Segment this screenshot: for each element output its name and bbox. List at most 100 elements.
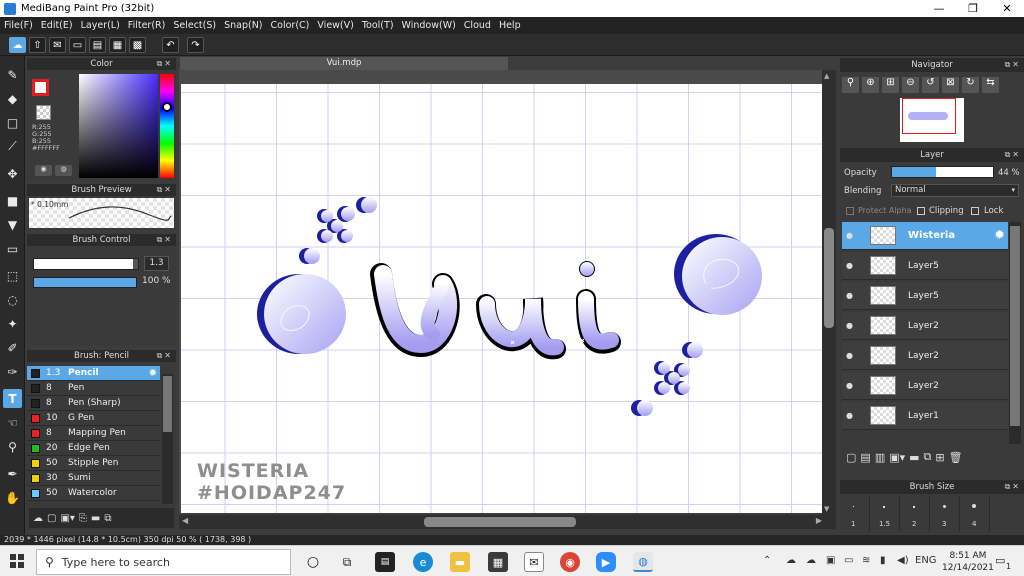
new-layer-icon[interactable]: ▢ — [846, 451, 856, 464]
pen-tool-icon[interactable]: ✒ — [3, 464, 22, 483]
eraser-tool-icon[interactable]: ◆ — [3, 89, 22, 108]
eye-icon[interactable]: ● — [846, 411, 860, 420]
upload-icon[interactable]: ⇧ — [29, 37, 46, 53]
layer-row[interactable]: ● Layer2 — [842, 342, 1008, 370]
new-halftone-layer-icon[interactable]: ▤ — [860, 451, 870, 464]
palette-button[interactable]: ◉ — [35, 165, 52, 176]
eye-icon[interactable]: ● — [846, 231, 860, 240]
gradient-tool-icon[interactable]: ▭ — [3, 239, 22, 258]
brush-item-pen[interactable]: 8 Pen — [27, 381, 160, 396]
reset-view-icon[interactable]: ⊠ — [942, 77, 959, 93]
brush-list-scrollbar[interactable] — [162, 374, 173, 504]
brush-item-mapping-pen[interactable]: 8 Mapping Pen — [27, 426, 160, 441]
brush-item-watercolor[interactable]: 50 Watercolor — [27, 486, 160, 501]
brush-size-slider[interactable] — [33, 258, 139, 270]
select-pen-icon[interactable]: ✐ — [3, 338, 22, 357]
notification-icon[interactable]: ▭ — [995, 554, 1005, 567]
cloud-icon[interactable]: ☁ — [9, 37, 26, 53]
task-view-icon[interactable]: ⧉ — [337, 552, 357, 572]
brush-tool-icon[interactable]: ✎ — [3, 65, 22, 84]
brush-copy-icon[interactable]: ⎘ — [79, 513, 87, 524]
menu-file[interactable]: File(F) — [0, 20, 37, 31]
windows-start-icon[interactable] — [10, 554, 24, 568]
hue-handle[interactable] — [162, 102, 172, 112]
brush-size-preset[interactable]: 4 — [960, 496, 990, 532]
brush-opacity-slider[interactable] — [33, 277, 137, 288]
eyedropper-icon[interactable]: ⚲ — [3, 437, 22, 456]
menu-edit[interactable]: Edit(E) — [37, 20, 77, 31]
people-icon[interactable]: ⌃ — [763, 555, 771, 566]
move-tool-icon[interactable]: ✥ — [3, 164, 22, 183]
wheel-button[interactable]: ◍ — [55, 165, 72, 176]
language-indicator[interactable]: ENG — [915, 555, 937, 566]
brush-item-pencil[interactable]: 1.3 Pencil ✹ — [27, 366, 160, 381]
scroll-up-icon[interactable]: ▲ — [824, 72, 829, 80]
brush-item-stipple-pen[interactable]: 50 Stipple Pen — [27, 456, 160, 471]
menu-color[interactable]: Color(C) — [267, 20, 314, 31]
onedrive-icon[interactable]: ☁ — [786, 555, 796, 566]
brush-delete-icon[interactable]: ⧉ — [104, 513, 111, 524]
menu-select[interactable]: Select(S) — [169, 20, 220, 31]
brush-folder-icon[interactable]: ▬ — [91, 513, 100, 524]
cortana-icon[interactable]: ○ — [303, 552, 323, 572]
canvas-paper[interactable]: WISTERIA #HOIDAP247 — [181, 84, 822, 513]
lock-checkbox[interactable] — [971, 207, 979, 215]
document-icon[interactable]: ▤ — [89, 37, 106, 53]
wifi-icon[interactable]: ≋ — [862, 555, 870, 566]
mail-icon[interactable]: ✉ — [524, 552, 544, 572]
app-tile-icon[interactable]: ▤ — [375, 552, 395, 572]
layer-settings-icon[interactable]: ✹ — [994, 228, 1005, 243]
comment-icon[interactable]: ✉ — [49, 37, 66, 53]
fill-rectangle-tool-icon[interactable]: ■ — [3, 191, 22, 210]
operation-tool-icon[interactable]: ☜ — [3, 413, 22, 432]
clipping-checkbox[interactable] — [917, 207, 925, 215]
menu-layer[interactable]: Layer(L) — [77, 20, 124, 31]
maximize-button[interactable]: ❐ — [956, 0, 990, 17]
close-button[interactable]: ✕ — [990, 0, 1024, 17]
layer-row[interactable]: ● Layer5 — [842, 282, 1008, 310]
select-rect-icon[interactable]: ⬚ — [3, 266, 22, 285]
panel-buttons[interactable]: ⧉✕ — [157, 350, 173, 362]
new-8bit-layer-icon[interactable]: ▥ — [875, 451, 885, 464]
panel-buttons[interactable]: ⧉✕ — [1005, 148, 1021, 162]
cloud-tray-icon[interactable]: ☁ — [806, 555, 816, 566]
lasso-tool-icon[interactable]: ◌ — [3, 290, 22, 309]
undo-icon[interactable]: ↶ — [162, 37, 179, 53]
bucket-tool-icon[interactable]: ▼ — [3, 215, 22, 234]
clock[interactable]: 8:51 AM 12/14/2021 — [942, 550, 994, 574]
layer-row[interactable]: ● Layer2 — [842, 372, 1008, 400]
menu-help[interactable]: Help — [495, 20, 525, 31]
zoom-app-icon[interactable]: ▶ — [596, 552, 616, 572]
minimize-button[interactable]: — — [922, 0, 956, 17]
duplicate-layer-icon[interactable]: ⧉ — [924, 450, 932, 464]
text-tool-icon[interactable]: T — [3, 389, 22, 408]
brush-item-edge-pen[interactable]: 20 Edge Pen — [27, 441, 160, 456]
edge-browser-icon[interactable]: e — [413, 552, 433, 572]
rotate-left-icon[interactable]: ↺ — [922, 77, 939, 93]
flip-icon[interactable]: ⇆ — [982, 77, 999, 93]
canvas-vertical-scrollbar[interactable]: ▲ ▼ — [822, 70, 836, 515]
menu-view[interactable]: View(V) — [313, 20, 357, 31]
brush-size-preset[interactable]: 2 — [900, 496, 930, 532]
eye-icon[interactable]: ● — [846, 321, 860, 330]
menu-tool[interactable]: Tool(T) — [358, 20, 398, 31]
hand-tool-icon[interactable]: ✋ — [3, 488, 22, 507]
volume-icon[interactable]: ◀) — [897, 555, 909, 566]
menu-filter[interactable]: Filter(R) — [124, 20, 170, 31]
panel-buttons[interactable]: ⧉✕ — [157, 234, 173, 246]
chrome-icon[interactable]: ◉ — [560, 552, 580, 572]
menu-snap[interactable]: Snap(N) — [220, 20, 266, 31]
panel-buttons[interactable]: ⧉✕ — [1005, 480, 1021, 494]
brush-cloud-icon[interactable]: ☁ — [33, 513, 43, 524]
menu-cloud[interactable]: Cloud — [460, 20, 495, 31]
layer-row[interactable]: ● Layer5 — [842, 252, 1008, 280]
fit-icon[interactable]: ⊞ — [882, 77, 899, 93]
file-explorer-icon[interactable]: ▬ — [450, 552, 470, 572]
layer-scroll-thumb[interactable] — [1010, 226, 1020, 426]
brush-size-preset[interactable]: 1.5 — [870, 496, 900, 532]
zoom-out-icon[interactable]: ⊖ — [902, 77, 919, 93]
primary-color-swatch[interactable] — [32, 79, 49, 96]
redo-icon[interactable]: ↷ — [187, 37, 204, 53]
line-tool-icon[interactable]: ⟋ — [3, 137, 22, 156]
monitor-icon[interactable]: ▭ — [844, 555, 853, 566]
